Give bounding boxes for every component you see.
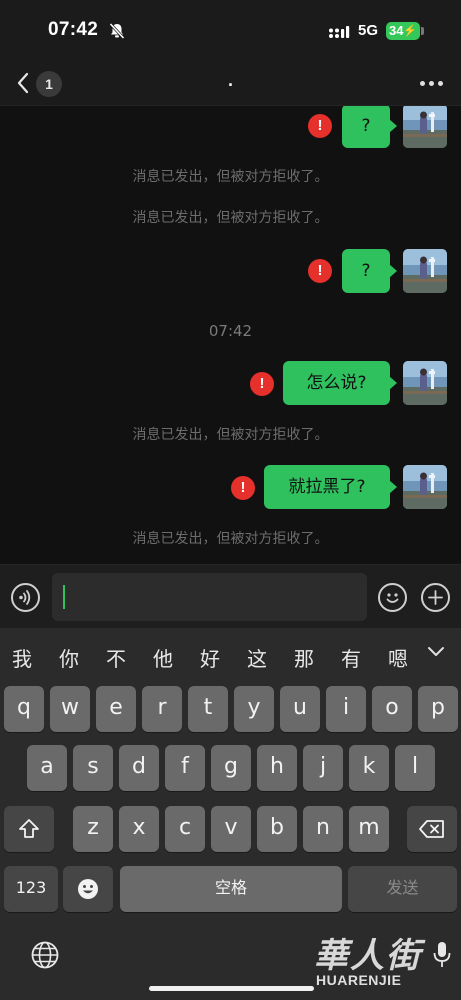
resend-error-icon[interactable]: ! bbox=[231, 476, 255, 500]
text-caret bbox=[63, 585, 65, 609]
status-bar: 07:42 5G 34 ⚡ bbox=[0, 0, 461, 62]
key-l[interactable]: l bbox=[395, 745, 435, 791]
more-functions-button[interactable] bbox=[421, 583, 450, 612]
space-key[interactable]: 空格 bbox=[120, 866, 342, 912]
avatar-image bbox=[403, 249, 447, 293]
resend-error-icon[interactable]: ! bbox=[250, 372, 274, 396]
voice-icon bbox=[19, 590, 31, 605]
more-icon-dot bbox=[429, 81, 434, 86]
plus-icon bbox=[428, 590, 443, 605]
mic-icon[interactable] bbox=[432, 940, 452, 970]
avatar[interactable] bbox=[403, 249, 447, 293]
candidate-word[interactable]: 不 bbox=[106, 643, 126, 672]
voice-button[interactable] bbox=[11, 583, 40, 612]
message-list[interactable]: ! ? 消息已发出，但被对方拒收了。 消息已发出，但被对方拒收了。 ! ? 07… bbox=[0, 106, 461, 564]
key-p[interactable]: p bbox=[418, 686, 458, 732]
key-s[interactable]: s bbox=[73, 745, 113, 791]
globe-icon[interactable] bbox=[30, 940, 60, 970]
candidate-word[interactable]: 我 bbox=[12, 643, 32, 672]
resend-error-icon[interactable]: ! bbox=[308, 259, 332, 283]
chat-title: . bbox=[227, 70, 233, 90]
candidate-word[interactable]: 好 bbox=[200, 643, 220, 672]
candidate-bar: 我 你 不 他 好 这 那 有 嗯 bbox=[0, 628, 461, 684]
key-g[interactable]: g bbox=[211, 745, 251, 791]
signal-icon bbox=[329, 26, 350, 38]
key-n[interactable]: n bbox=[303, 806, 343, 852]
emoji-button[interactable] bbox=[378, 583, 407, 612]
battery-tip bbox=[421, 27, 424, 35]
emoji-icon bbox=[78, 879, 98, 899]
key-v[interactable]: v bbox=[211, 806, 251, 852]
message-bubble[interactable]: 怎么说? bbox=[283, 361, 397, 405]
key-w[interactable]: w bbox=[50, 686, 90, 732]
key-y[interactable]: y bbox=[234, 686, 274, 732]
candidate-word[interactable]: 这 bbox=[247, 643, 267, 672]
chat-header: 1 . bbox=[0, 62, 461, 106]
status-time: 07:42 bbox=[48, 19, 99, 40]
avatar[interactable] bbox=[403, 106, 447, 148]
battery-charging-icon: 34 ⚡ bbox=[386, 22, 420, 40]
avatar-image bbox=[403, 465, 447, 509]
delete-icon bbox=[419, 820, 444, 838]
key-t[interactable]: t bbox=[188, 686, 228, 732]
more-icon-dot bbox=[438, 81, 443, 86]
key-f[interactable]: f bbox=[165, 745, 205, 791]
message-input[interactable] bbox=[52, 573, 367, 621]
key-j[interactable]: j bbox=[303, 745, 343, 791]
more-button[interactable] bbox=[417, 74, 445, 94]
watermark-cn: 華人街 bbox=[314, 936, 422, 976]
bell-slash-icon bbox=[109, 22, 125, 40]
watermark-en: HUARENJIE bbox=[316, 972, 402, 988]
more-icon bbox=[420, 81, 425, 86]
key-o[interactable]: o bbox=[372, 686, 412, 732]
key-r[interactable]: r bbox=[142, 686, 182, 732]
bolt-icon: ⚡ bbox=[403, 25, 417, 37]
key-c[interactable]: c bbox=[165, 806, 205, 852]
candidate-word[interactable]: 嗯 bbox=[388, 643, 408, 672]
system-message: 消息已发出，但被对方拒收了。 bbox=[132, 427, 329, 443]
key-i[interactable]: i bbox=[326, 686, 366, 732]
system-message: 消息已发出，但被对方拒收了。 bbox=[132, 531, 329, 547]
emoji-icon bbox=[386, 593, 399, 603]
home-indicator bbox=[149, 986, 314, 991]
key-b[interactable]: b bbox=[257, 806, 297, 852]
key-a[interactable]: a bbox=[27, 745, 67, 791]
key-k[interactable]: k bbox=[349, 745, 389, 791]
send-key[interactable]: 发送 bbox=[348, 866, 457, 912]
key-e[interactable]: e bbox=[96, 686, 136, 732]
key-h[interactable]: h bbox=[257, 745, 297, 791]
shift-icon bbox=[19, 819, 39, 838]
avatar-image bbox=[403, 361, 447, 405]
candidate-word[interactable]: 他 bbox=[153, 643, 173, 672]
system-message: 消息已发出，但被对方拒收了。 bbox=[132, 169, 329, 185]
avatar-image bbox=[403, 106, 447, 148]
timestamp: 07:42 bbox=[208, 322, 253, 340]
shift-key[interactable] bbox=[4, 806, 54, 852]
avatar[interactable] bbox=[403, 465, 447, 509]
message-bubble[interactable]: ? bbox=[342, 106, 397, 148]
input-bar bbox=[0, 564, 461, 628]
emoji-key[interactable] bbox=[63, 866, 113, 912]
key-q[interactable]: q bbox=[4, 686, 44, 732]
key-z[interactable]: z bbox=[73, 806, 113, 852]
candidate-word[interactable]: 那 bbox=[294, 643, 314, 672]
message-bubble[interactable]: 就拉黑了? bbox=[264, 465, 397, 509]
key-x[interactable]: x bbox=[119, 806, 159, 852]
key-m[interactable]: m bbox=[349, 806, 389, 852]
resend-error-icon[interactable]: ! bbox=[308, 114, 332, 138]
avatar[interactable] bbox=[403, 361, 447, 405]
numbers-key[interactable]: 123 bbox=[4, 866, 58, 912]
key-d[interactable]: d bbox=[119, 745, 159, 791]
candidate-word[interactable]: 你 bbox=[59, 643, 79, 672]
network-label: 5G bbox=[358, 22, 379, 39]
delete-key[interactable] bbox=[407, 806, 457, 852]
keyboard: 我 你 不 他 好 这 那 有 嗯 q w e r t y u i o p a … bbox=[0, 628, 461, 1000]
key-u[interactable]: u bbox=[280, 686, 320, 732]
battery-level: 34 bbox=[389, 23, 404, 38]
candidate-word[interactable]: 有 bbox=[341, 643, 361, 672]
message-bubble[interactable]: ? bbox=[342, 249, 397, 293]
system-message: 消息已发出，但被对方拒收了。 bbox=[132, 210, 329, 226]
chevron-down-icon[interactable] bbox=[427, 646, 445, 658]
